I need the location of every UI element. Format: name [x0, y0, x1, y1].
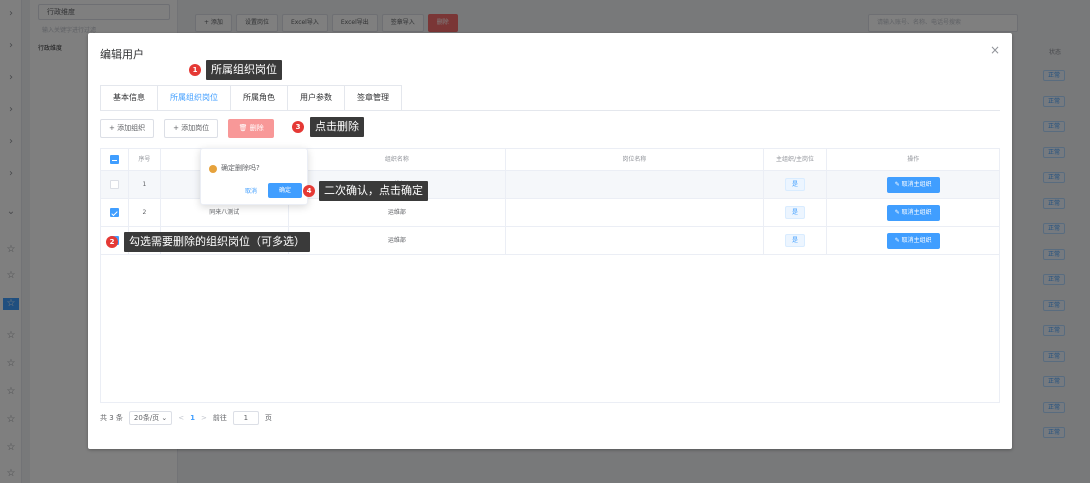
row-main-cell: 是 — [764, 171, 828, 198]
trash-icon: 🗑 — [238, 124, 248, 132]
header-operation: 操作 — [907, 156, 920, 163]
header-main: 主组织/主岗位 — [764, 149, 828, 170]
header-org-name: 组织名称 — [289, 149, 507, 170]
header-post-name: 岗位名称 — [506, 149, 764, 170]
tab-roles[interactable]: 所属角色 — [230, 85, 287, 111]
edit-icon: ✎ — [894, 236, 900, 244]
row-index: 1 — [129, 171, 161, 198]
close-icon[interactable]: × — [990, 43, 1000, 57]
annotation-step-2: 2 — [106, 236, 118, 248]
annotation-step-1: 1 — [189, 64, 201, 76]
dialog-tabs: 基本信息 所属组织岗位 所属角色 用户参数 签章管理 — [100, 85, 402, 111]
row-select-cell[interactable] — [101, 171, 129, 198]
row-post-name — [506, 227, 764, 254]
page-size-select[interactable]: 20条/页 ⌄ — [128, 411, 173, 425]
annotation-callout-4: 二次确认，点击确定 — [319, 181, 428, 201]
tab-org-post[interactable]: 所属组织岗位 — [157, 85, 230, 111]
prev-page-button[interactable]: < — [178, 414, 184, 422]
annotation-step-4: 4 — [303, 185, 315, 197]
delete-label: 删除 — [249, 124, 264, 132]
add-org-button[interactable]: + 添加组织 — [100, 119, 155, 138]
row-org-name: 运维部 — [289, 199, 507, 226]
select-all-cell[interactable] — [101, 149, 129, 170]
annotation-callout-2: 勾选需要删除的组织岗位（可多选） — [124, 232, 310, 252]
current-page[interactable]: 1 — [190, 414, 195, 422]
row-select-cell[interactable] — [101, 199, 129, 226]
row-operation-cell: ✎ 取消主组织 — [827, 171, 999, 198]
total-count: 共 3 条 — [100, 414, 123, 422]
header-index: 序号 — [129, 149, 161, 170]
tabs-divider — [100, 110, 1000, 111]
row-post-name — [506, 171, 764, 198]
edit-icon: ✎ — [894, 208, 900, 216]
add-post-button[interactable]: + 添加岗位 — [164, 119, 219, 138]
cancel-main-org-label: 取消主组织 — [901, 208, 932, 216]
delete-confirm-popover: 确定删除吗? 取消 确定 — [200, 148, 308, 205]
cancel-main-org-label: 取消主组织 — [901, 180, 932, 188]
row-main-cell: 是 — [764, 227, 828, 254]
confirm-ok-button[interactable]: 确定 — [268, 183, 302, 198]
page-size-value: 20条/页 — [133, 414, 160, 422]
chevron-down-icon: ⌄ — [161, 414, 168, 422]
tab-signature[interactable]: 签章管理 — [344, 85, 402, 111]
cancel-main-org-button[interactable]: ✎ 取消主组织 — [886, 176, 940, 193]
annotation-callout-3: 点击删除 — [310, 117, 364, 137]
row-checkbox[interactable] — [109, 208, 119, 217]
tab-basic-info[interactable]: 基本信息 — [100, 85, 157, 111]
main-flag-tag: 是 — [784, 206, 805, 219]
row-checkbox[interactable] — [109, 180, 119, 189]
cancel-main-org-label: 取消主组织 — [901, 236, 932, 244]
goto-suffix: 页 — [264, 414, 272, 422]
annotation-callout-1: 所属组织岗位 — [206, 60, 282, 80]
dialog-title: 编辑用户 — [100, 48, 144, 61]
row-operation-cell: ✎ 取消主组织 — [827, 227, 999, 254]
pagination: 共 3 条 20条/页 ⌄ < 1 > 前往 1 页 — [100, 411, 272, 425]
goto-prefix: 前往 — [212, 414, 227, 422]
row-post-name — [506, 199, 764, 226]
main-flag-tag: 是 — [784, 234, 805, 247]
row-main-cell: 是 — [764, 199, 828, 226]
action-bar: + 添加组织 + 添加岗位 🗑 删除 — [100, 119, 275, 138]
edit-icon: ✎ — [894, 180, 900, 188]
cancel-main-org-button[interactable]: ✎ 取消主组织 — [886, 232, 940, 249]
tab-user-params[interactable]: 用户参数 — [287, 85, 344, 111]
row-operation-cell: ✎ 取消主组织 — [827, 199, 999, 226]
confirm-cancel-button[interactable]: 取消 — [245, 186, 257, 195]
delete-button[interactable]: 🗑 删除 — [228, 119, 275, 138]
warning-icon — [209, 165, 217, 173]
row-org-name: 运维部 — [289, 227, 507, 254]
confirm-text: 确定删除吗? — [221, 164, 260, 172]
row-index: 2 — [129, 199, 161, 226]
next-page-button[interactable]: > — [201, 414, 207, 422]
main-flag-tag: 是 — [784, 178, 805, 191]
cancel-main-org-button[interactable]: ✎ 取消主组织 — [886, 204, 940, 221]
annotation-step-3: 3 — [292, 121, 304, 133]
select-all-checkbox[interactable] — [109, 155, 119, 164]
goto-page-input[interactable]: 1 — [232, 411, 259, 425]
